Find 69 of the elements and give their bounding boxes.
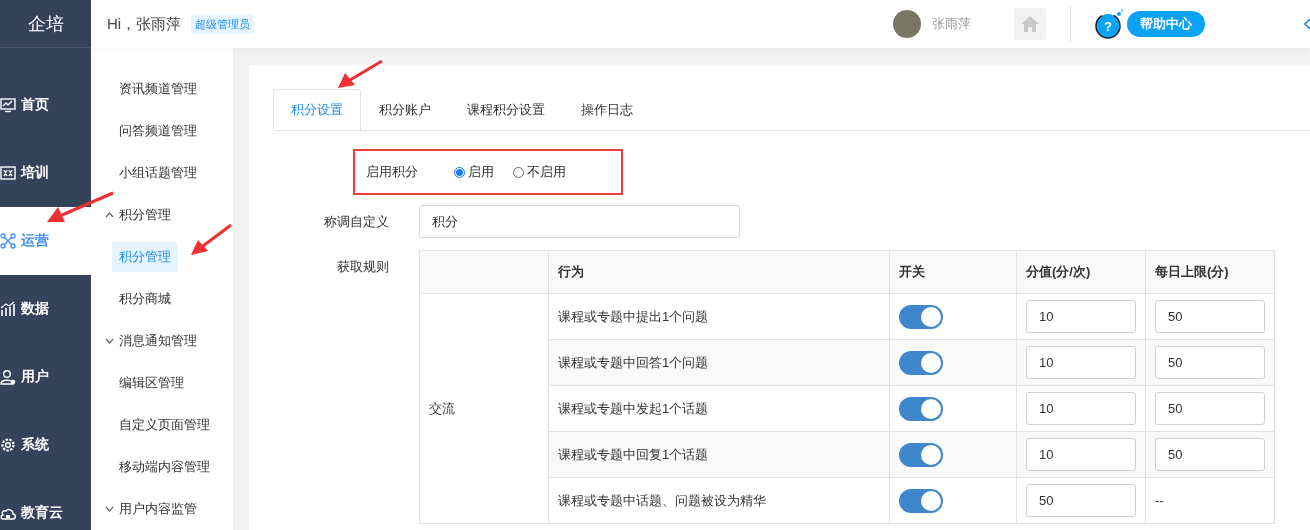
table-cell: 交流 (419, 293, 549, 524)
submenu-item[interactable]: 问答频道管理 (112, 116, 204, 146)
sidebar-item[interactable]: 数据 (0, 275, 91, 343)
input-field[interactable]: 50 (1155, 300, 1265, 333)
submenu-item[interactable]: 编辑区管理 (112, 368, 191, 398)
input-field[interactable]: 10 (1026, 392, 1136, 425)
field-label: 获取规则 (336, 258, 390, 276)
table-cell: 课程或专题中回复1个话题 (548, 431, 890, 478)
annotation-arrow (338, 59, 383, 88)
user-name: 张雨萍 (932, 15, 971, 33)
user-icon (0, 369, 16, 385)
network-icon (0, 233, 16, 249)
caret-up-icon (105, 211, 114, 219)
sidebar-item[interactable]: 系统 (0, 411, 91, 479)
column-header: 开关 (889, 250, 1017, 294)
sidebar-item[interactable]: 培训 (0, 139, 91, 207)
submenu-group[interactable]: 用户内容监管 (105, 500, 197, 518)
sidebar-item[interactable]: 教育云 (0, 479, 91, 530)
field-label: 称调自定义 (323, 212, 390, 231)
field-label: 启用积分 (366, 163, 418, 181)
tab[interactable]: 积分账户 (361, 89, 449, 130)
input-field[interactable]: 积分 (419, 205, 740, 238)
input-field[interactable]: 10 (1026, 438, 1136, 471)
table-cell: 课程或专题中话题、问题被设为精华 (548, 477, 890, 524)
monitor-chart-icon (0, 97, 16, 113)
bar-chart-icon (0, 301, 16, 317)
submenu-group[interactable]: 积分管理 (105, 206, 171, 224)
caret-down-icon (105, 505, 114, 513)
tab[interactable]: 积分设置 (273, 89, 361, 130)
home-icon (1021, 16, 1039, 32)
annotation-arrow (191, 223, 232, 255)
collapse-icon[interactable] (1304, 18, 1310, 30)
toggle-switch[interactable] (899, 488, 943, 513)
sidebar-item[interactable]: 首页 (0, 71, 91, 139)
role-badge: 超级管理员 (191, 14, 255, 34)
submenu-item[interactable]: 移动端内容管理 (112, 452, 217, 482)
toggle-switch[interactable] (899, 442, 943, 467)
input-field[interactable]: 10 (1026, 300, 1136, 333)
submenu-item[interactable]: 小组话题管理 (112, 158, 204, 188)
radio-option[interactable]: 启用 (454, 163, 494, 181)
submenu-item[interactable]: 资讯频道管理 (112, 74, 204, 104)
input-field[interactable]: 50 (1155, 346, 1265, 379)
table-cell: 课程或专题中回答1个问题 (548, 339, 890, 386)
caret-down-icon (105, 337, 114, 345)
sidebar-item[interactable]: 用户 (0, 343, 91, 411)
annotation-arrow (47, 191, 114, 222)
radio-option[interactable]: 不启用 (513, 163, 566, 181)
column-header: 每日上限(分) (1145, 250, 1275, 294)
greeting: Hi，张雨萍 (107, 14, 182, 34)
table-cell: 课程或专题中提出1个问题 (548, 293, 890, 340)
column-header: 行为 (548, 250, 890, 294)
user-avatar[interactable] (893, 10, 921, 38)
input-field[interactable]: 10 (1026, 346, 1136, 379)
table-cell: 课程或专题中发起1个话题 (548, 385, 890, 432)
book-icon (0, 165, 16, 181)
input-field[interactable]: 50 (1155, 392, 1265, 425)
input-field[interactable]: 50 (1155, 438, 1265, 471)
toggle-switch[interactable] (899, 396, 943, 421)
toggle-switch[interactable] (899, 350, 943, 375)
submenu-item[interactable]: 积分商城 (112, 284, 178, 314)
input-field[interactable]: 50 (1026, 484, 1136, 517)
table-cell: -- (1155, 493, 1164, 508)
toggle-switch[interactable] (899, 304, 943, 329)
column-header: 分值(分/次) (1016, 250, 1146, 294)
gear-icon (0, 437, 16, 453)
tab[interactable]: 课程积分设置 (449, 89, 563, 130)
submenu-group[interactable]: 消息通知管理 (105, 332, 197, 350)
submenu-item[interactable]: 自定义页面管理 (112, 410, 217, 440)
tab[interactable]: 操作日志 (563, 89, 651, 130)
